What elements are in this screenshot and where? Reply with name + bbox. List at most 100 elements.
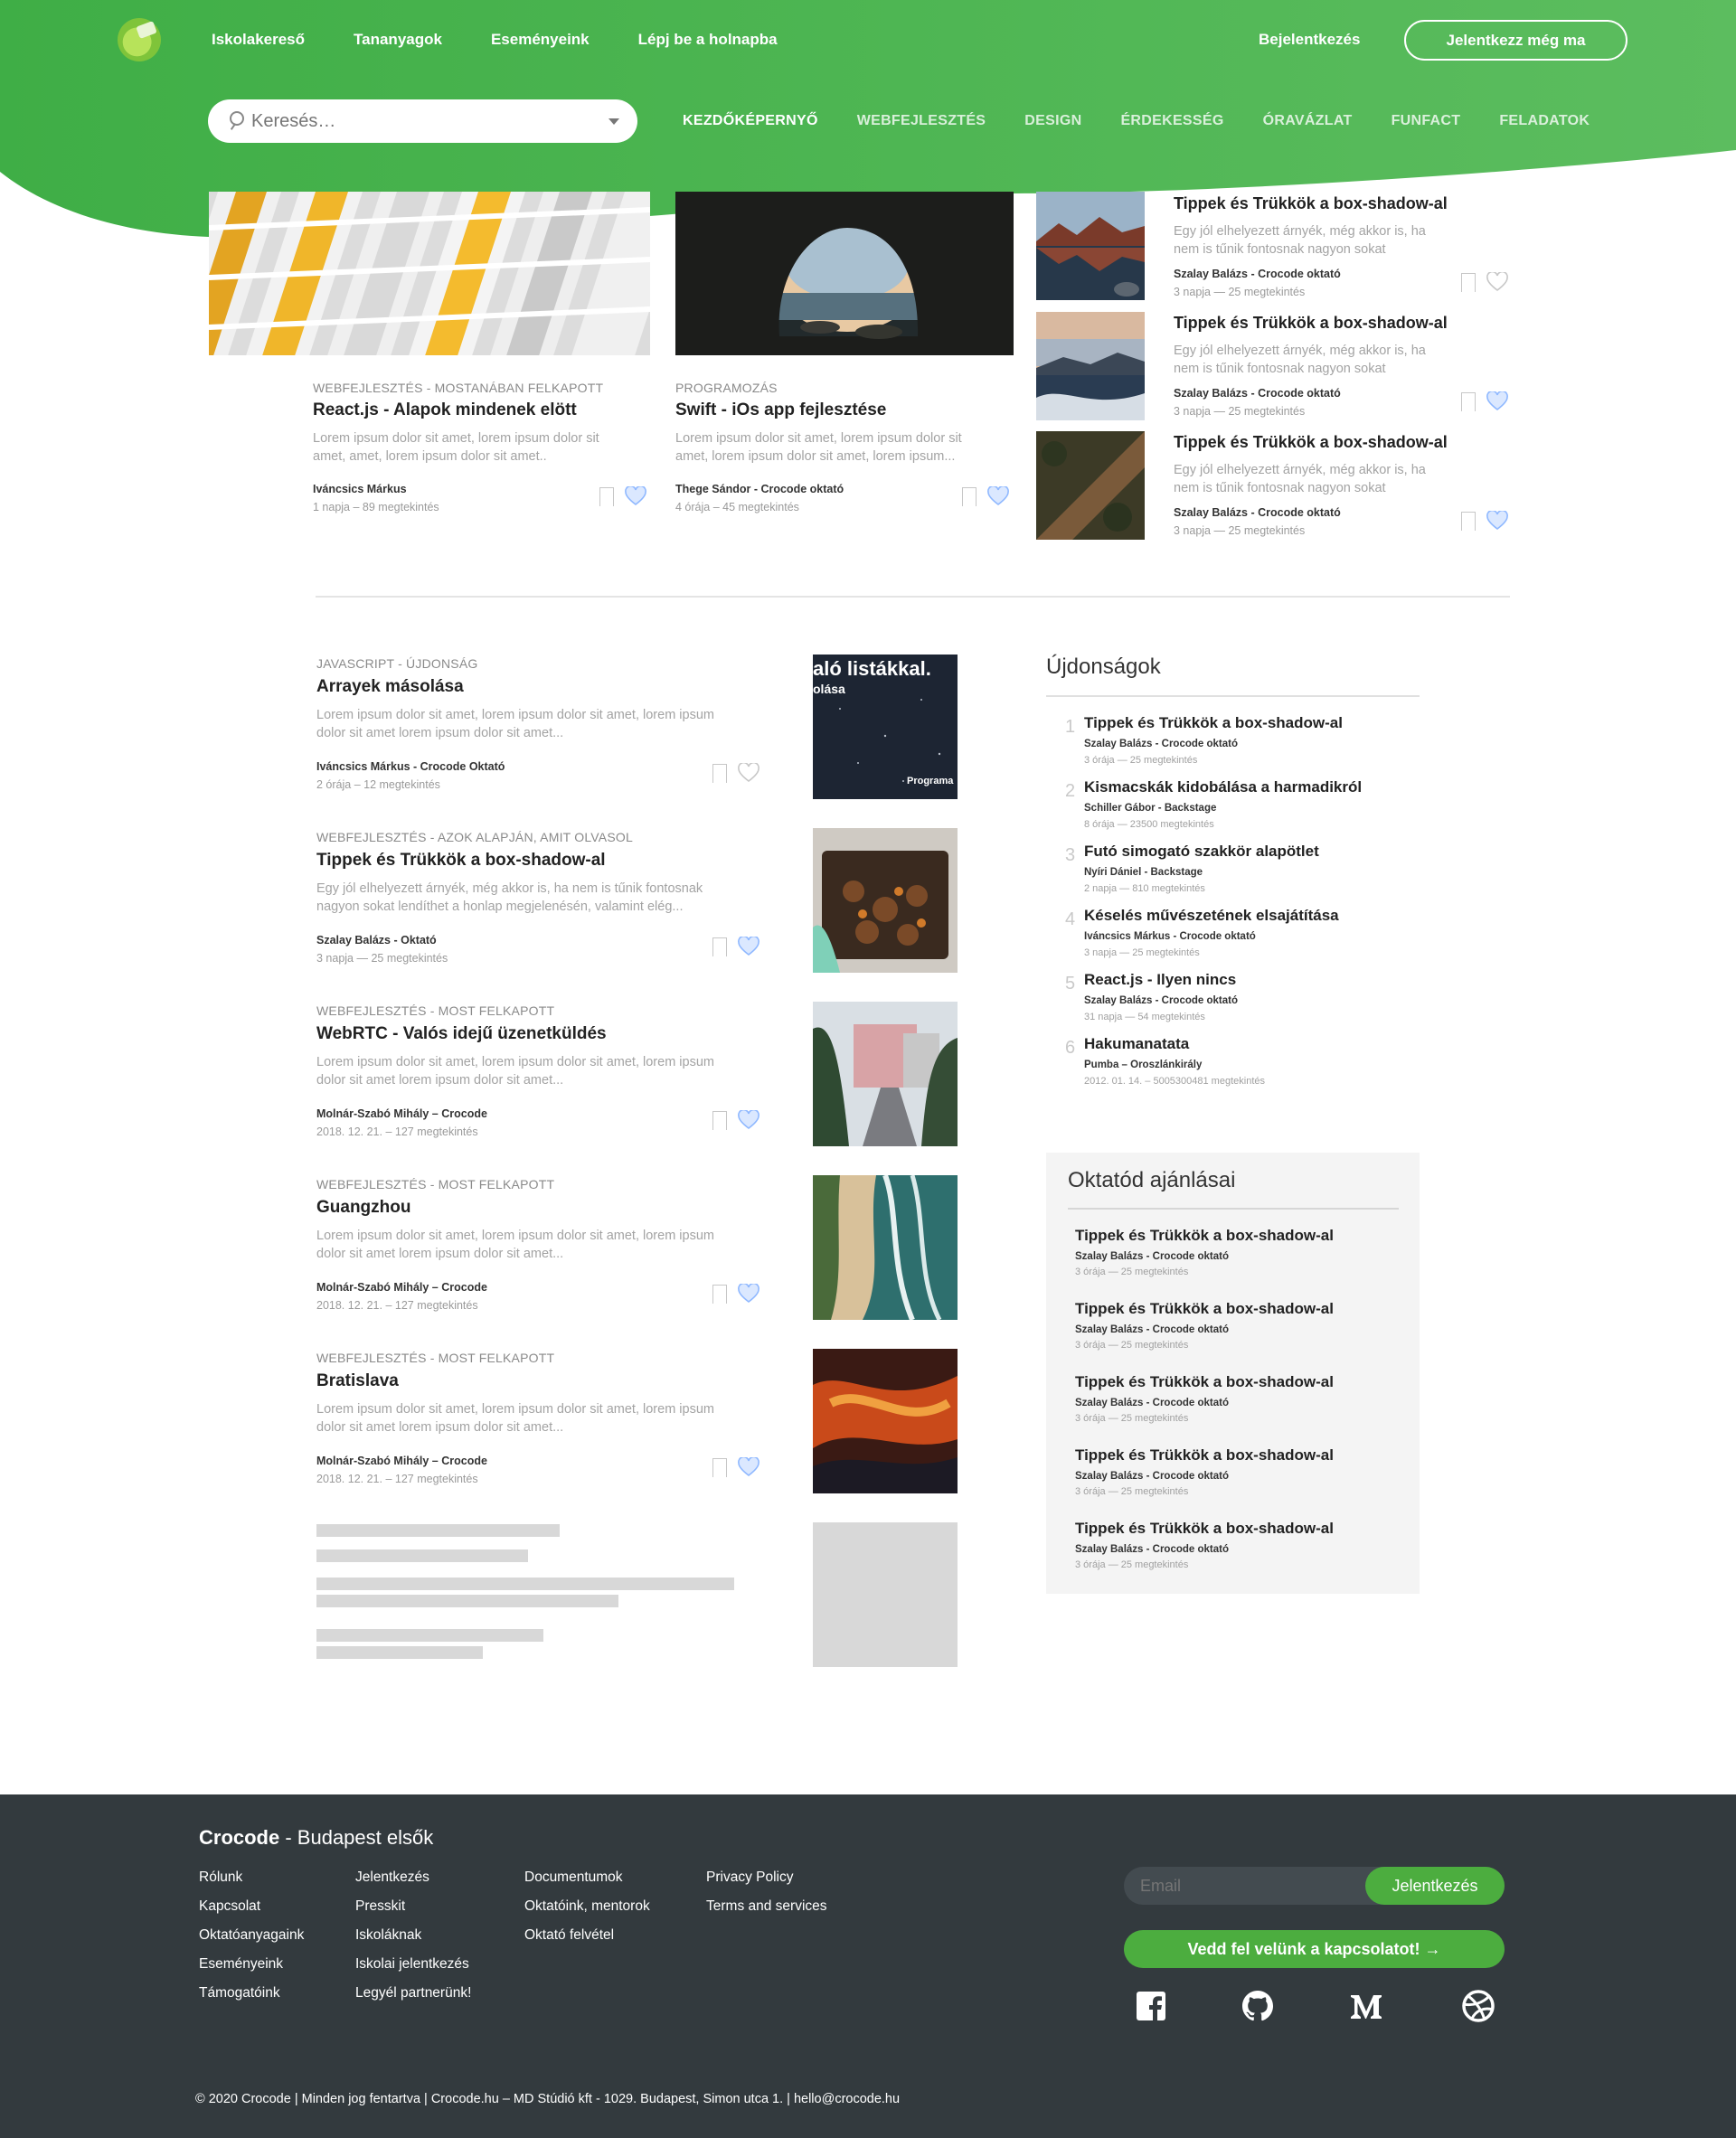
tab-oravazlat[interactable]: ÓRAVÁZLAT: [1263, 113, 1353, 129]
footer-link[interactable]: Oktatóanyagaink: [199, 1926, 304, 1945]
news-item-author[interactable]: Pumba – Oroszlánkirály: [1084, 1060, 1202, 1070]
reco-item-title[interactable]: Tippek és Trükkök a box-shadow-al: [1075, 1227, 1334, 1245]
article-author[interactable]: Molnár-Szabó Mihály – Crocode: [316, 1107, 487, 1120]
article-title[interactable]: Guangzhou: [316, 1198, 410, 1218]
tab-funfact[interactable]: FUNFACT: [1392, 113, 1461, 129]
tab-feladatok[interactable]: FELADATOK: [1499, 113, 1590, 129]
heart-icon[interactable]: [738, 1110, 760, 1130]
reco-item-title[interactable]: Tippek és Trükkök a box-shadow-al: [1075, 1446, 1334, 1465]
side-article-author[interactable]: Szalay Balázs - Crocode oktató: [1174, 506, 1341, 519]
bookmark-icon[interactable]: [712, 1111, 727, 1130]
bookmark-icon[interactable]: [1461, 273, 1476, 292]
side-article-title[interactable]: Tippek és Trükkök a box-shadow-al: [1174, 314, 1448, 333]
bookmark-icon[interactable]: [712, 937, 727, 956]
article-author[interactable]: Iváncsics Márkus: [313, 483, 407, 495]
reco-item-author[interactable]: Szalay Balázs - Crocode oktató: [1075, 1251, 1229, 1262]
side-image-shore[interactable]: [1036, 312, 1145, 420]
heart-icon[interactable]: [738, 1457, 760, 1477]
bookmark-icon[interactable]: [599, 487, 614, 506]
news-item-title[interactable]: Késelés művészetének elsajátítása: [1084, 907, 1339, 925]
article-title[interactable]: WebRTC - Valós idejű üzenetküldés: [316, 1024, 607, 1044]
bookmark-icon[interactable]: [712, 1285, 727, 1304]
nav-esemenyeink[interactable]: Eseményeink: [491, 31, 590, 49]
article-thumbnail[interactable]: aló listákkal. olása Programa: [813, 655, 958, 799]
article-title[interactable]: Arrayek másolása: [316, 677, 464, 697]
featured-image-cave[interactable]: [675, 192, 1014, 355]
article-author[interactable]: Molnár-Szabó Mihály – Crocode: [316, 1281, 487, 1294]
bookmark-icon[interactable]: [712, 764, 727, 783]
heart-icon[interactable]: [738, 937, 760, 956]
footer-link[interactable]: Documentumok: [524, 1868, 650, 1887]
reco-item-title[interactable]: Tippek és Trükkök a box-shadow-al: [1075, 1373, 1334, 1391]
heart-icon[interactable]: [1486, 511, 1508, 531]
footer-link[interactable]: Presskit: [355, 1897, 471, 1916]
nav-tananyagok[interactable]: Tananyagok: [354, 31, 442, 49]
bookmark-icon[interactable]: [962, 487, 976, 506]
news-item-author[interactable]: Iváncsics Márkus - Crocode oktató: [1084, 931, 1256, 942]
tab-kezdokepernyo[interactable]: KEZDŐKÉPERNYŐ: [683, 113, 818, 129]
heart-icon[interactable]: [625, 486, 646, 506]
article-thumbnail[interactable]: [813, 1002, 958, 1146]
newsletter-submit-button[interactable]: Jelentkezés: [1365, 1867, 1505, 1905]
article-author[interactable]: Thege Sándor - Crocode oktató: [675, 483, 844, 495]
article-author[interactable]: Szalay Balázs - Oktató: [316, 934, 437, 947]
article-thumbnail[interactable]: [813, 828, 958, 973]
heart-icon[interactable]: [1486, 391, 1508, 411]
footer-link[interactable]: Iskolai jelentkezés: [355, 1954, 471, 1973]
footer-link[interactable]: Terms and services: [706, 1897, 827, 1916]
footer-link[interactable]: Eseményeink: [199, 1954, 304, 1973]
news-item-author[interactable]: Szalay Balázs - Crocode oktató: [1084, 739, 1238, 749]
tab-erdekesseg[interactable]: ÉRDEKESSÉG: [1120, 113, 1223, 129]
footer-link[interactable]: Jelentkezés: [355, 1868, 471, 1887]
news-item-title[interactable]: Kismacskák kidobálása a harmadikról: [1084, 778, 1362, 796]
footer-link[interactable]: Privacy Policy: [706, 1868, 827, 1887]
news-item-author[interactable]: Schiller Gábor - Backstage: [1084, 803, 1216, 814]
article-title[interactable]: Tippek és Trükkök a box-shadow-al: [316, 851, 606, 871]
side-image-forest[interactable]: [1036, 431, 1145, 540]
heart-icon[interactable]: [987, 486, 1009, 506]
side-article-author[interactable]: Szalay Balázs - Crocode oktató: [1174, 387, 1341, 400]
bookmark-icon[interactable]: [1461, 512, 1476, 531]
footer-link[interactable]: Rólunk: [199, 1868, 304, 1887]
reco-item-title[interactable]: Tippek és Trükkök a box-shadow-al: [1075, 1520, 1334, 1538]
news-item-title[interactable]: Futó simogató szakkör alapötlet: [1084, 843, 1319, 861]
crocode-logo[interactable]: [118, 18, 161, 61]
footer-link[interactable]: Támogatóink: [199, 1983, 304, 2002]
news-item-author[interactable]: Szalay Balázs - Crocode oktató: [1084, 995, 1238, 1006]
heart-icon[interactable]: [738, 1284, 760, 1304]
news-item-author[interactable]: Nyíri Dániel - Backstage: [1084, 867, 1203, 878]
footer-link[interactable]: Legyél partnerünk!: [355, 1983, 471, 2002]
reco-item-title[interactable]: Tippek és Trükkök a box-shadow-al: [1075, 1300, 1334, 1318]
news-item-title[interactable]: Hakumanatata: [1084, 1035, 1189, 1053]
bookmark-icon[interactable]: [712, 1458, 727, 1477]
article-thumbnail[interactable]: [813, 1349, 958, 1493]
github-icon[interactable]: [1241, 1989, 1275, 2023]
nav-lepj-be[interactable]: Lépj be a holnapba: [638, 31, 778, 49]
footer-link[interactable]: Iskoláknak: [355, 1926, 471, 1945]
login-link[interactable]: Bejelentkezés: [1259, 31, 1360, 49]
article-title[interactable]: Swift - iOs app fejlesztése: [675, 400, 886, 420]
nav-iskolakereso[interactable]: Iskolakereső: [212, 31, 305, 49]
article-author[interactable]: Molnár-Szabó Mihály – Crocode: [316, 1455, 487, 1467]
heart-icon[interactable]: [738, 763, 760, 783]
article-author[interactable]: Iváncsics Márkus - Crocode Oktató: [316, 760, 505, 773]
side-article-title[interactable]: Tippek és Trükkök a box-shadow-al: [1174, 194, 1448, 213]
side-image-lake[interactable]: [1036, 192, 1145, 300]
news-item-title[interactable]: React.js - Ilyen nincs: [1084, 971, 1236, 989]
tab-design[interactable]: DESIGN: [1024, 113, 1081, 129]
featured-image-building[interactable]: [209, 192, 650, 355]
chevron-down-icon[interactable]: [609, 118, 619, 125]
tab-webfejlesztes[interactable]: WEBFEJLESZTÉS: [857, 113, 986, 129]
heart-icon[interactable]: [1486, 272, 1508, 292]
search-input[interactable]: [251, 110, 609, 132]
news-item-title[interactable]: Tippek és Trükkök a box-shadow-al: [1084, 714, 1343, 732]
article-title[interactable]: React.js - Alapok mindenek elött: [313, 400, 577, 420]
footer-link[interactable]: Oktató felvétel: [524, 1926, 650, 1945]
footer-link[interactable]: Oktatóink, mentorok: [524, 1897, 650, 1916]
contact-button[interactable]: Vedd fel velünk a kapcsolatot! →: [1124, 1930, 1505, 1968]
facebook-icon[interactable]: [1134, 1989, 1168, 2023]
reco-item-author[interactable]: Szalay Balázs - Crocode oktató: [1075, 1398, 1229, 1408]
email-field[interactable]: [1140, 1867, 1357, 1905]
article-title[interactable]: Bratislava: [316, 1371, 399, 1391]
medium-icon[interactable]: [1349, 1989, 1383, 2023]
